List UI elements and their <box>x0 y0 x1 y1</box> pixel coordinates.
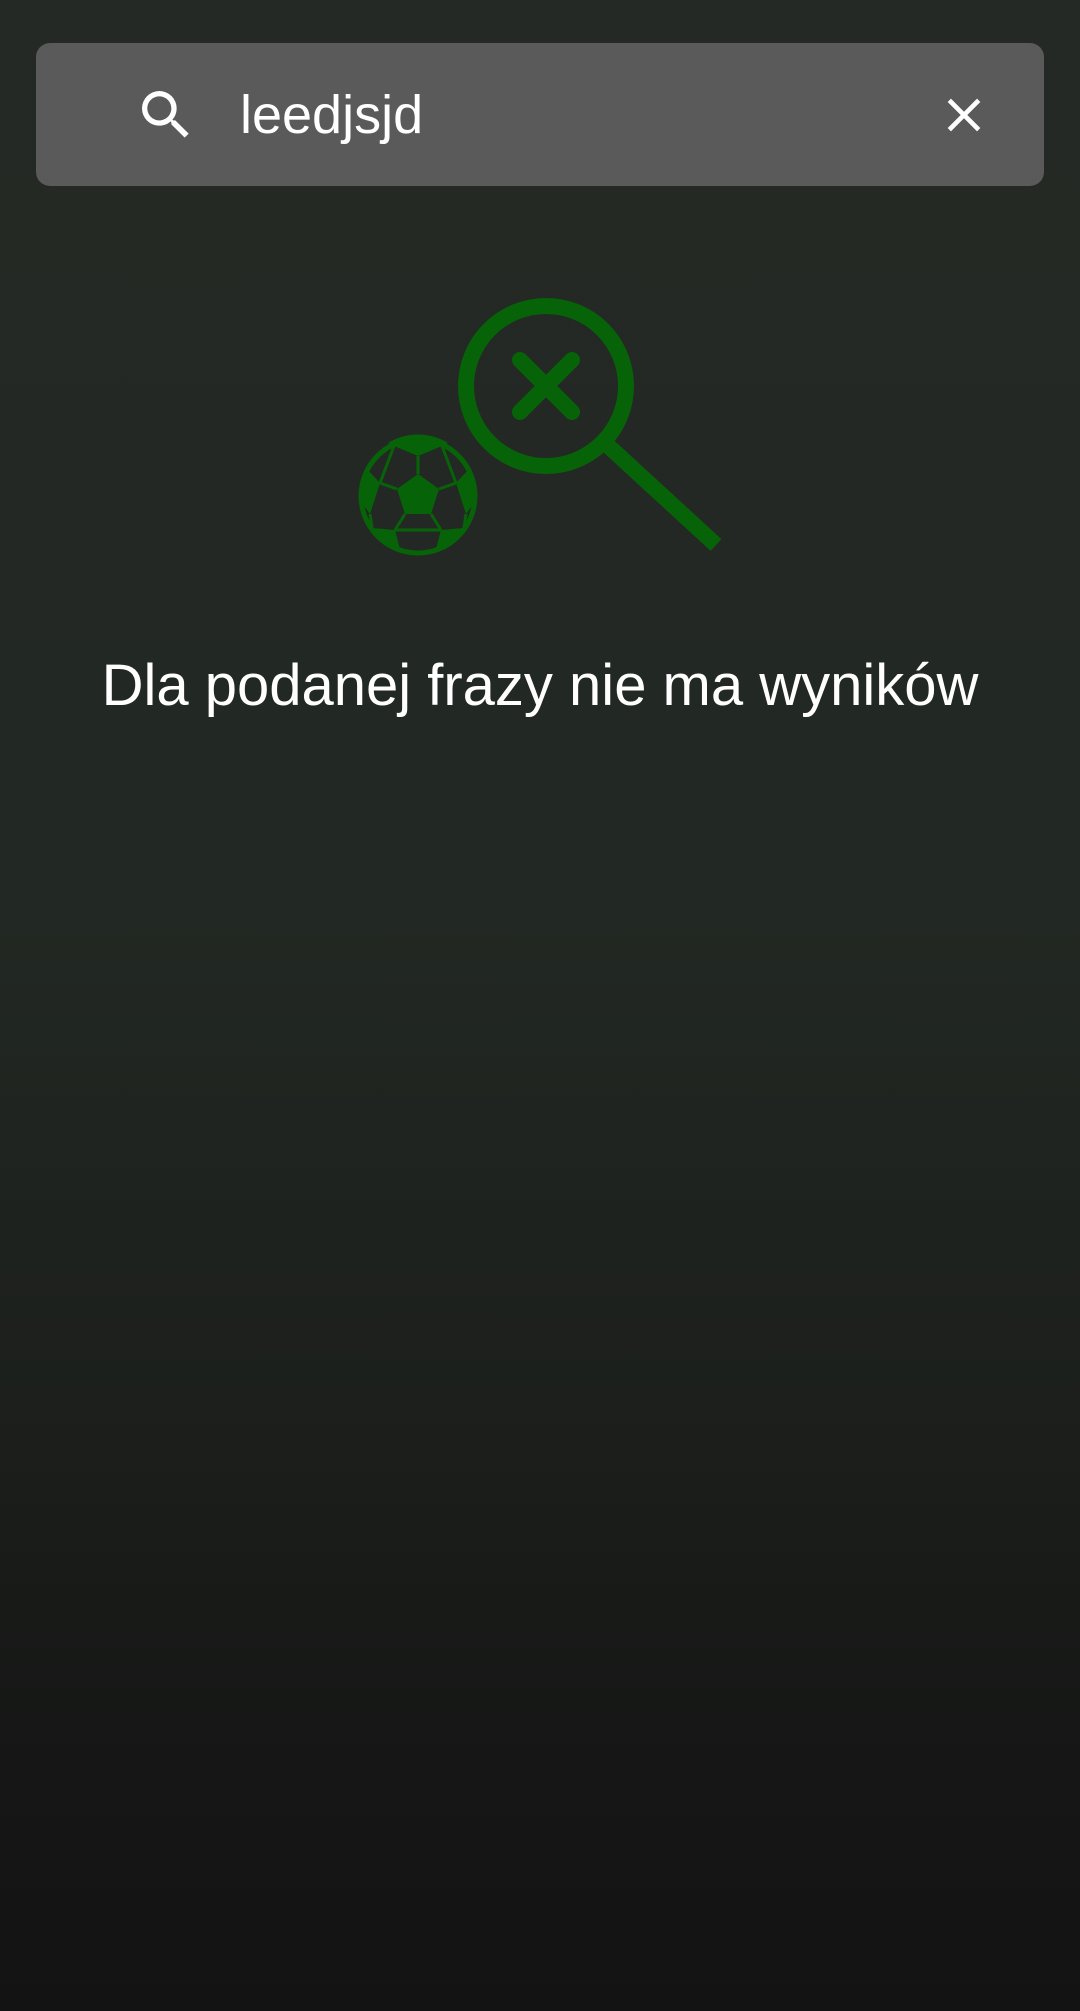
search-bar <box>36 43 1044 186</box>
soccer-ball-icon <box>358 434 478 556</box>
clear-search-button[interactable] <box>928 79 1000 151</box>
no-results-message: Dla podanej frazy nie ma wyników <box>101 653 979 718</box>
search-icon <box>142 90 189 138</box>
no-results-illustration <box>358 298 722 556</box>
magnifier-x-icon <box>458 298 722 551</box>
close-icon <box>947 98 981 131</box>
search-input[interactable] <box>240 74 900 155</box>
